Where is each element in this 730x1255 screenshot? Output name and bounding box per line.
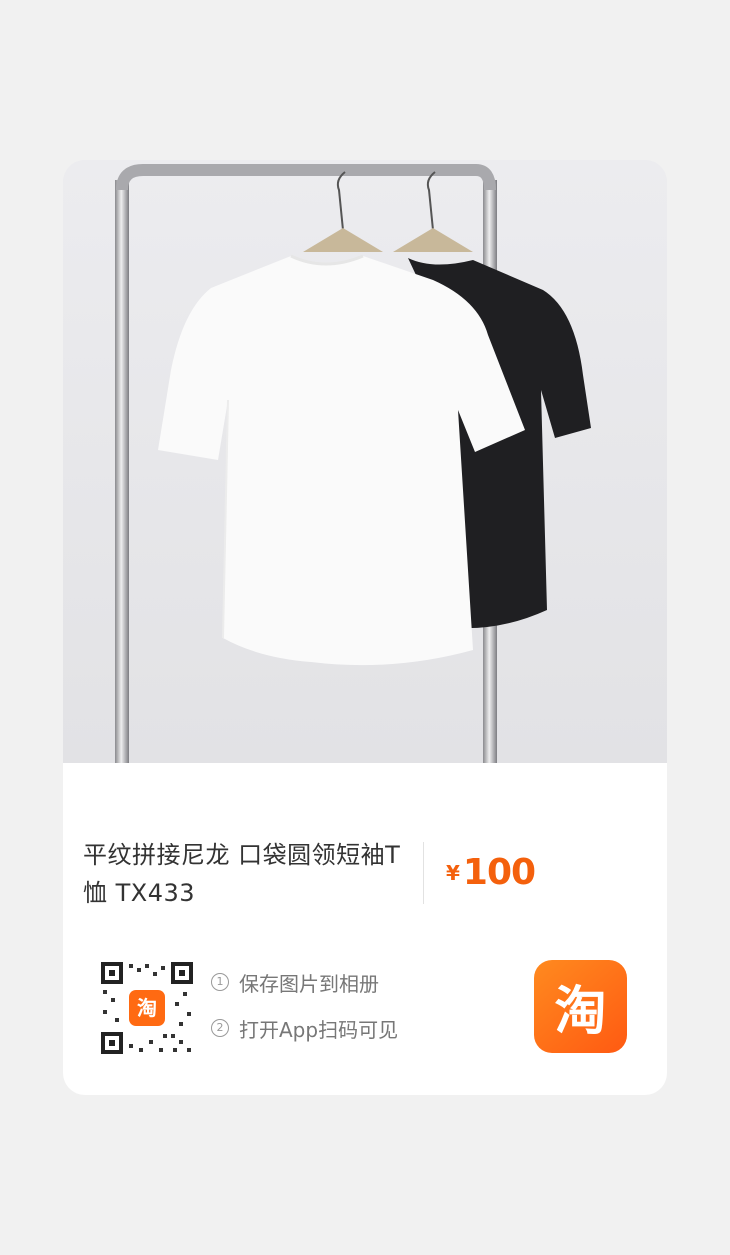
currency-symbol: ¥	[446, 861, 460, 885]
taobao-logo-icon[interactable]: 淘	[534, 960, 627, 1053]
qr-badge-label: 淘	[137, 996, 157, 1020]
divider	[423, 842, 424, 904]
step-number: 2	[211, 1019, 229, 1037]
step-text: 保存图片到相册	[239, 971, 379, 996]
product-title: 平纹拼接尼龙 口袋圆领短袖T恤 TX433	[83, 841, 401, 907]
share-card: 平纹拼接尼龙 口袋圆领短袖T恤 TX433 ¥100 淘 1 保存图片到相册 2…	[63, 160, 667, 1095]
price-value: 100	[462, 852, 536, 893]
step-item: 1 保存图片到相册	[211, 968, 398, 996]
product-price: ¥100	[446, 852, 646, 893]
scan-instructions: 1 保存图片到相册 2 打开App扫码可见	[211, 968, 398, 1060]
qr-code-icon[interactable]: 淘	[99, 960, 195, 1056]
step-number: 1	[211, 973, 229, 991]
product-photo[interactable]	[63, 160, 667, 763]
step-item: 2 打开App扫码可见	[211, 1014, 398, 1042]
taobao-logo-label: 淘	[554, 982, 607, 1042]
step-text: 打开App扫码可见	[239, 1017, 399, 1042]
